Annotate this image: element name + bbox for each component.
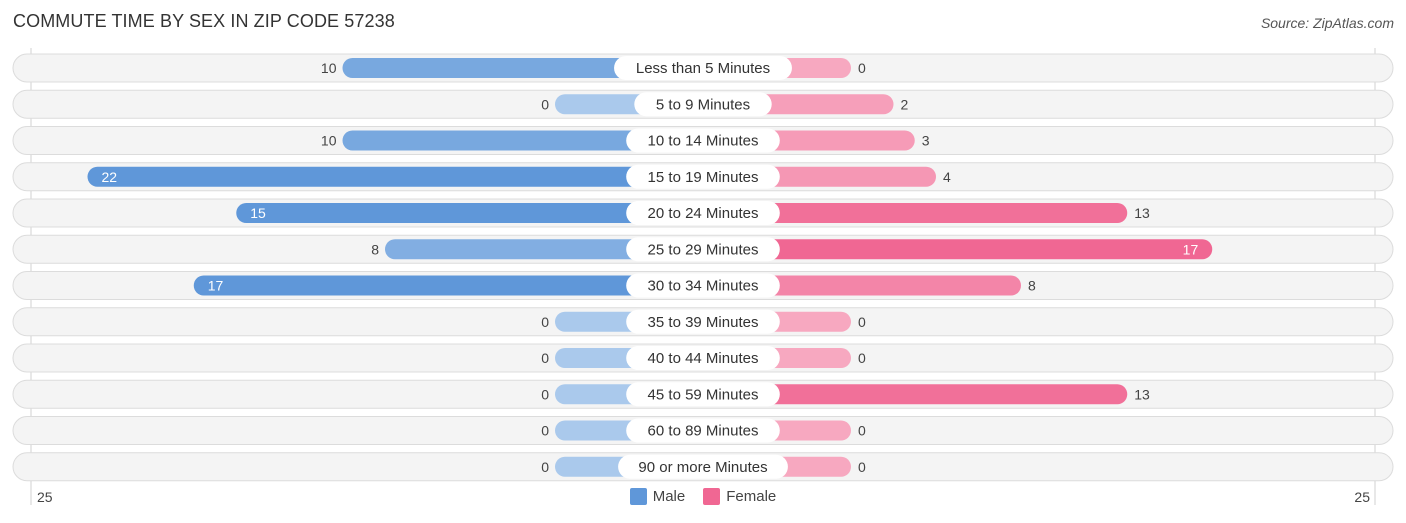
- female-value-label: 4: [943, 169, 951, 185]
- bar-row: 0 0 60 to 89 Minutes: [12, 416, 1394, 445]
- male-value-label: 0: [541, 386, 549, 402]
- bar-row: 10 0 Less than 5 Minutes: [12, 53, 1394, 83]
- female-value-label: 8: [1028, 278, 1036, 294]
- female-value-label: 0: [858, 423, 866, 439]
- male-value-label: 0: [541, 459, 549, 475]
- bar-row: 0 0 35 to 39 Minutes: [12, 307, 1394, 337]
- category-label: 15 to 19 Minutes: [648, 169, 759, 186]
- bar-row: 0 0 90 or more Minutes: [12, 452, 1394, 482]
- category-label: 25 to 29 Minutes: [648, 241, 759, 258]
- category-label: 60 to 89 Minutes: [648, 423, 759, 440]
- female-value-label: 17: [1183, 241, 1199, 257]
- male-value-label: 0: [541, 96, 549, 112]
- legend-swatch-male: [629, 488, 647, 505]
- male-value-label: 0: [541, 350, 549, 366]
- male-value-label: 8: [371, 241, 379, 257]
- category-label: Less than 5 Minutes: [636, 60, 770, 77]
- bar-row: 22 4 15 to 19 Minutes: [12, 162, 1394, 192]
- male-value-label: 15: [250, 205, 266, 221]
- category-label: 20 to 24 Minutes: [648, 205, 759, 222]
- female-value-label: 0: [858, 459, 866, 475]
- male-value-label: 0: [541, 423, 549, 439]
- female-value-label: 0: [858, 60, 866, 76]
- female-value-label: 3: [922, 133, 930, 149]
- bar-row: 15 13 20 to 24 Minutes: [12, 198, 1394, 228]
- legend-swatch-female: [703, 488, 721, 505]
- female-value-label: 13: [1134, 205, 1150, 221]
- category-label: 5 to 9 Minutes: [656, 96, 750, 113]
- male-value-label: 0: [541, 314, 549, 330]
- category-label: 35 to 39 Minutes: [648, 314, 759, 331]
- bar-row: 0 0 40 to 44 Minutes: [12, 343, 1394, 373]
- male-value-label: 17: [208, 278, 224, 294]
- male-value-label: 10: [321, 60, 337, 76]
- category-label: 10 to 14 Minutes: [648, 133, 759, 150]
- category-label: 40 to 44 Minutes: [648, 350, 759, 367]
- bar-row: 8 17 25 to 29 Minutes: [12, 234, 1394, 264]
- bar-row: 0 2 5 to 9 Minutes: [12, 89, 1394, 119]
- legend-label-female: Female: [726, 488, 777, 505]
- category-label: 45 to 59 Minutes: [648, 386, 759, 403]
- bar-row: 10 3 10 to 14 Minutes: [12, 126, 1394, 155]
- bar-row: 0 13 45 to 59 Minutes: [12, 379, 1394, 409]
- male-bar: [87, 166, 703, 187]
- legend-item-male: Male: [629, 488, 686, 505]
- legend-item-female: Female: [703, 488, 776, 505]
- legend: Male Female: [0, 488, 1406, 505]
- female-value-label: 13: [1134, 386, 1150, 402]
- bar-row: 17 8 30 to 34 Minutes: [12, 271, 1394, 300]
- category-label: 90 or more Minutes: [638, 459, 767, 476]
- legend-label-male: Male: [652, 488, 686, 505]
- chart-canvas: 10 0 Less than 5 Minutes 0 2 5 to 9 Minutes 10…: [12, 48, 1394, 505]
- male-value-label: 10: [321, 133, 337, 149]
- female-value-label: 0: [858, 350, 866, 366]
- female-value-label: 0: [858, 314, 866, 330]
- male-value-label: 22: [102, 169, 118, 185]
- category-label: 30 to 34 Minutes: [648, 278, 759, 295]
- female-value-label: 2: [901, 96, 909, 112]
